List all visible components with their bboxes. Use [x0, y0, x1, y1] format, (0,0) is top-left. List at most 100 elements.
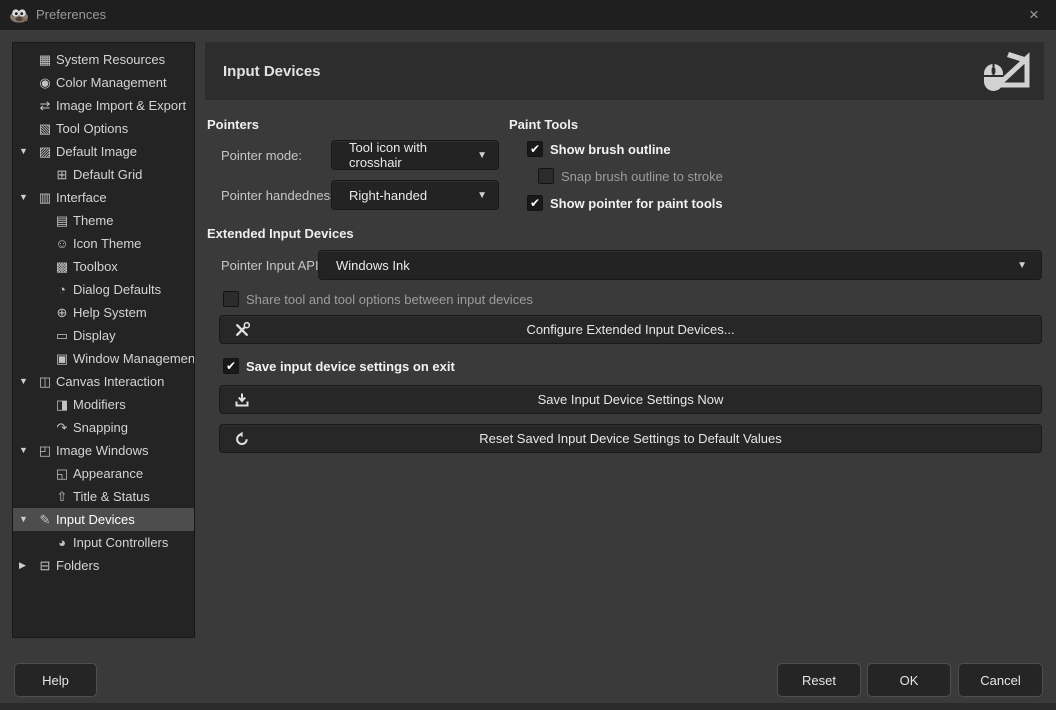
expander-down-icon[interactable]: ▼	[19, 508, 36, 531]
sidebar-item-canvas-interaction[interactable]: ▼◫Canvas Interaction	[13, 370, 194, 393]
modifiers-icon: ◨	[53, 393, 71, 416]
sidebar-item-label: Image Windows	[54, 439, 148, 462]
sidebar-item-label: Window Management	[71, 347, 195, 370]
expander-down-icon[interactable]: ▼	[19, 370, 36, 393]
reset-icon	[234, 431, 250, 447]
checkbox-icon[interactable]: ✔	[527, 195, 543, 211]
sidebar-item-icon-theme[interactable]: ☺Icon Theme	[13, 232, 194, 255]
sidebar-item-label: Title & Status	[71, 485, 150, 508]
checkbox-save-input-device-settings-on-exit[interactable]: ✔ Save input device settings on exit	[223, 357, 455, 375]
default-image-icon: ▨	[36, 140, 54, 163]
sidebar-item-image-import-export[interactable]: ⇄Image Import & Export	[13, 94, 194, 117]
chevron-down-icon: ▼	[477, 150, 498, 161]
pointers-section-title: Pointers	[207, 117, 259, 132]
sidebar-item-appearance[interactable]: ◱Appearance	[13, 462, 194, 485]
checkbox-show-pointer-for-paint-tools[interactable]: ✔ Show pointer for paint tools	[527, 194, 723, 212]
sidebar-item-label: Dialog Defaults	[71, 278, 161, 301]
checkbox-icon[interactable]	[538, 168, 554, 184]
checkbox-icon[interactable]: ✔	[527, 141, 543, 157]
checkbox-snap-brush-outline-to-stroke[interactable]: Snap brush outline to stroke	[538, 167, 723, 185]
sidebar-item-label: Input Controllers	[71, 531, 168, 554]
checkbox-label: Snap brush outline to stroke	[554, 169, 723, 184]
expander-right-icon[interactable]: ▶	[19, 554, 36, 577]
icon-theme-icon: ☺	[53, 232, 71, 255]
sidebar-item-label: Tool Options	[54, 117, 128, 140]
sidebar-item-input-controllers[interactable]: ◕Input Controllers	[13, 531, 194, 554]
extended-input-devices-section-title: Extended Input Devices	[207, 226, 354, 241]
pointer-mode-dropdown[interactable]: Tool icon with crosshair ▼	[331, 140, 499, 170]
sidebar-item-label: Theme	[71, 209, 113, 232]
input-devices-icon: ✎	[36, 508, 54, 531]
button-label: Configure Extended Input Devices...	[526, 322, 734, 337]
sidebar-item-window-management[interactable]: ▣Window Management	[13, 347, 194, 370]
titlebar: Preferences ×	[0, 0, 1056, 30]
sidebar-item-label: Help System	[71, 301, 147, 324]
help-system-icon: ⊕	[53, 301, 71, 324]
sidebar-item-color-management[interactable]: ◉Color Management	[13, 71, 194, 94]
dialog-defaults-icon: ◔	[53, 278, 71, 301]
sidebar-item-dialog-defaults[interactable]: ◔Dialog Defaults	[13, 278, 194, 301]
sidebar-item-folders[interactable]: ▶⊟Folders	[13, 554, 194, 577]
preferences-category-list: ▦System Resources◉Color Management⇄Image…	[12, 42, 195, 638]
sidebar-item-system-resources[interactable]: ▦System Resources	[13, 48, 194, 71]
checkbox-share-tool-options[interactable]: Share tool and tool options between inpu…	[223, 290, 533, 308]
checkbox-label: Share tool and tool options between inpu…	[239, 292, 533, 307]
color-management-icon: ◉	[36, 71, 54, 94]
pointer-handedness-label: Pointer handedness:	[221, 188, 340, 203]
pointer-input-api-value: Windows Ink	[319, 258, 1017, 273]
ok-button[interactable]: OK	[867, 663, 951, 697]
pointer-handedness-value: Right-handed	[332, 188, 477, 203]
sidebar-item-modifiers[interactable]: ◨Modifiers	[13, 393, 194, 416]
sidebar-item-display[interactable]: ▭Display	[13, 324, 194, 347]
checkbox-show-brush-outline[interactable]: ✔ Show brush outline	[527, 140, 671, 158]
checkbox-icon[interactable]: ✔	[223, 358, 239, 374]
configure-extended-input-devices-button[interactable]: Configure Extended Input Devices...	[219, 315, 1042, 344]
help-button[interactable]: Help	[14, 663, 97, 697]
canvas-interaction-icon: ◫	[36, 370, 54, 393]
sidebar-item-label: Image Import & Export	[54, 94, 186, 117]
sidebar-item-label: Display	[71, 324, 116, 347]
image-windows-icon: ◰	[36, 439, 54, 462]
reset-saved-input-device-settings-button[interactable]: Reset Saved Input Device Settings to Def…	[219, 424, 1042, 453]
checkbox-label: Show brush outline	[543, 142, 671, 157]
input-devices-icon	[982, 51, 1030, 93]
pointer-handedness-dropdown[interactable]: Right-handed ▼	[331, 180, 499, 210]
sidebar-item-image-windows[interactable]: ▼◰Image Windows	[13, 439, 194, 462]
button-label: Reset Saved Input Device Settings to Def…	[479, 431, 782, 446]
sidebar-item-label: Toolbox	[71, 255, 118, 278]
sidebar-item-toolbox[interactable]: ▩Toolbox	[13, 255, 194, 278]
close-button[interactable]: ×	[1022, 4, 1046, 26]
sidebar-item-label: Snapping	[71, 416, 128, 439]
sidebar-item-theme[interactable]: ▤Theme	[13, 209, 194, 232]
sidebar-item-default-image[interactable]: ▼▨Default Image	[13, 140, 194, 163]
checkbox-label: Save input device settings on exit	[239, 359, 455, 374]
sidebar-item-label: Interface	[54, 186, 107, 209]
sidebar-item-default-grid[interactable]: ⊞Default Grid	[13, 163, 194, 186]
sidebar-item-title-status[interactable]: ⇧Title & Status	[13, 485, 194, 508]
sidebar-item-tool-options[interactable]: ▧Tool Options	[13, 117, 194, 140]
sidebar-item-label: Canvas Interaction	[54, 370, 164, 393]
folders-icon: ⊟	[36, 554, 54, 577]
sidebar-item-label: Default Grid	[71, 163, 142, 186]
sidebar-item-label: Input Devices	[54, 508, 135, 531]
checkbox-icon[interactable]	[223, 291, 239, 307]
expander-down-icon[interactable]: ▼	[19, 439, 36, 462]
pointer-mode-label: Pointer mode:	[221, 148, 302, 163]
expander-down-icon[interactable]: ▼	[19, 140, 36, 163]
pointer-input-api-dropdown[interactable]: Windows Ink ▼	[318, 250, 1042, 280]
sidebar-item-label: Color Management	[54, 71, 167, 94]
cancel-button[interactable]: Cancel	[958, 663, 1043, 697]
save-input-device-settings-now-button[interactable]: Save Input Device Settings Now	[219, 385, 1042, 414]
expander-down-icon[interactable]: ▼	[19, 186, 36, 209]
interface-icon: ▥	[36, 186, 54, 209]
system-resources-icon: ▦	[36, 48, 54, 71]
pointer-mode-value: Tool icon with crosshair	[332, 140, 477, 170]
pointer-input-api-label: Pointer Input API:	[221, 258, 322, 273]
snapping-icon: ↷	[53, 416, 71, 439]
sidebar-item-input-devices[interactable]: ▼✎Input Devices	[13, 508, 194, 531]
sidebar-item-help-system[interactable]: ⊕Help System	[13, 301, 194, 324]
reset-button[interactable]: Reset	[777, 663, 861, 697]
sidebar-item-interface[interactable]: ▼▥Interface	[13, 186, 194, 209]
sidebar-item-label: Folders	[54, 554, 99, 577]
sidebar-item-snapping[interactable]: ↷Snapping	[13, 416, 194, 439]
